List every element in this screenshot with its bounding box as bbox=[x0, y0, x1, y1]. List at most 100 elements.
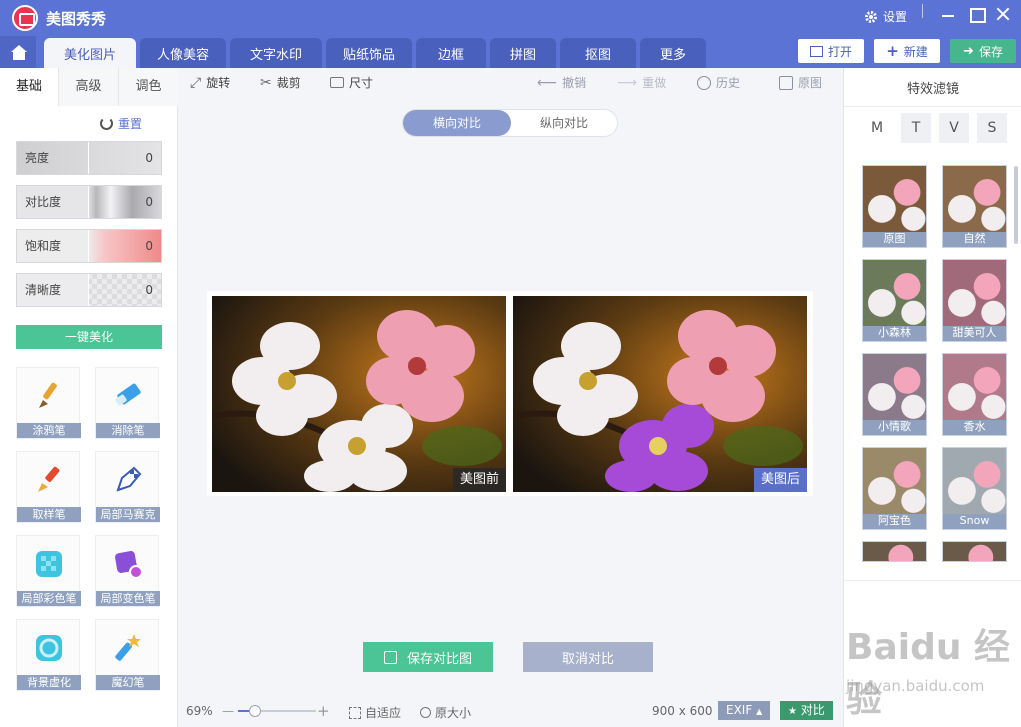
tab-collage[interactable]: 拼图 bbox=[490, 38, 556, 68]
contrast-value: 0 bbox=[145, 195, 153, 209]
maximize-icon[interactable] bbox=[966, 4, 986, 24]
filter-thumbnail bbox=[863, 166, 926, 232]
tab-basic[interactable]: 基础 bbox=[0, 68, 58, 106]
tab-stickers[interactable]: 贴纸饰品 bbox=[326, 38, 412, 68]
tab-portrait[interactable]: 人像美容 bbox=[140, 38, 226, 68]
caret-up-icon: ▲ bbox=[756, 707, 763, 716]
rotate-label: 旋转 bbox=[206, 76, 231, 90]
exif-button[interactable]: EXIF ▲ bbox=[718, 701, 771, 720]
zoom-out-button[interactable]: — bbox=[222, 704, 234, 718]
doodle-pen-tool[interactable]: 涂鸦笔 bbox=[16, 367, 81, 439]
cancel-comparison-button[interactable]: 取消对比 bbox=[523, 642, 653, 672]
local-mosaic-tool[interactable]: 局部马赛克 bbox=[95, 451, 160, 523]
one-click-beautify-button[interactable]: 一键美化 bbox=[16, 325, 162, 349]
zoom-slider-handle[interactable] bbox=[249, 705, 262, 717]
minimize-icon[interactable] bbox=[938, 4, 958, 24]
filter-label: 香水 bbox=[963, 420, 986, 433]
app-logo-icon bbox=[12, 5, 38, 31]
rotate-icon: ⤢ bbox=[190, 74, 202, 91]
background-blur-tool[interactable]: 背景虚化 bbox=[16, 619, 81, 691]
crop-button[interactable]: ✂ 裁剪 bbox=[260, 74, 301, 91]
category-t[interactable]: T bbox=[901, 113, 931, 143]
sample-pen-tool[interactable]: 取样笔 bbox=[16, 451, 81, 523]
filter-thumbnail bbox=[943, 448, 1006, 514]
filter-item[interactable]: 小情歌 bbox=[862, 353, 927, 436]
redo-arrow-icon: ⟶ bbox=[617, 74, 638, 91]
filter-thumbnail bbox=[943, 260, 1006, 326]
color-cube-icon bbox=[36, 551, 62, 577]
history-button[interactable]: 历史 bbox=[697, 74, 740, 91]
before-photo[interactable]: 美图前 bbox=[212, 296, 506, 492]
undo-label: 撤销 bbox=[562, 76, 587, 90]
category-v[interactable]: V bbox=[939, 113, 969, 143]
tool-label: 局部变色笔 bbox=[96, 591, 160, 606]
undo-arrow-icon: ⟵ bbox=[537, 74, 558, 91]
local-color-pen-tool[interactable]: 局部彩色笔 bbox=[16, 535, 81, 607]
filter-item[interactable] bbox=[942, 541, 1007, 562]
sharpness-slider[interactable]: 清晰度 0 bbox=[16, 273, 162, 307]
redo-button[interactable]: ⟶ 重做 bbox=[617, 74, 666, 91]
filter-item[interactable]: 香水 bbox=[942, 353, 1007, 436]
history-label: 历史 bbox=[716, 76, 741, 90]
open-button[interactable]: 打开 bbox=[798, 39, 864, 63]
filter-item[interactable]: 小森林 bbox=[862, 259, 927, 342]
refresh-icon bbox=[100, 117, 113, 130]
close-icon[interactable] bbox=[993, 4, 1013, 24]
filter-item[interactable]: 原图 bbox=[862, 165, 927, 248]
contrast-slider[interactable]: 对比度 0 bbox=[16, 185, 162, 219]
rotate-button[interactable]: ⤢ 旋转 bbox=[190, 74, 230, 91]
compare-canvas: 美图前 美图后 bbox=[207, 291, 813, 496]
saturation-label: 饱和度 bbox=[17, 230, 89, 262]
tab-advanced[interactable]: 高级 bbox=[58, 68, 118, 106]
compare-mode-toggle: 横向对比 纵向对比 bbox=[402, 109, 618, 137]
brightness-slider[interactable]: 亮度 0 bbox=[16, 141, 162, 175]
tab-text-watermark[interactable]: 文字水印 bbox=[230, 38, 322, 68]
after-photo[interactable]: 美图后 bbox=[513, 296, 807, 492]
save-comparison-button[interactable]: 保存对比图 bbox=[363, 642, 493, 672]
local-recolor-pen-tool[interactable]: 局部变色笔 bbox=[95, 535, 160, 607]
zoom-in-button[interactable]: + bbox=[317, 702, 330, 720]
filter-scrollbar[interactable] bbox=[1014, 166, 1018, 244]
zoom-slider[interactable] bbox=[238, 705, 316, 717]
after-label: 美图后 bbox=[753, 468, 807, 492]
actual-size-button[interactable]: 原大小 bbox=[420, 704, 471, 721]
filter-item[interactable]: 自然 bbox=[942, 165, 1007, 248]
cancel-comparison-label: 取消对比 bbox=[561, 651, 614, 667]
compare-toggle-button[interactable]: ★ 对比 bbox=[780, 701, 833, 720]
filter-item[interactable]: 阿宝色 bbox=[862, 447, 927, 530]
tab-color-grading[interactable]: 调色 bbox=[118, 68, 178, 106]
tab-cutout[interactable]: 抠图 bbox=[560, 38, 636, 68]
image-icon bbox=[809, 45, 823, 57]
filter-thumbnail bbox=[863, 354, 926, 420]
magic-pen-tool[interactable]: 魔幻笔 bbox=[95, 619, 160, 691]
tab-border[interactable]: 边框 bbox=[416, 38, 486, 68]
save-button[interactable]: ➜ 保存 bbox=[950, 39, 1016, 63]
settings-button[interactable]: 设置 bbox=[864, 8, 907, 25]
reset-button[interactable]: 重置 bbox=[100, 115, 142, 132]
home-icon[interactable] bbox=[0, 36, 36, 68]
brush-icon bbox=[39, 382, 57, 408]
resize-button[interactable]: 尺寸 bbox=[330, 74, 373, 91]
saturation-slider[interactable]: 饱和度 0 bbox=[16, 229, 162, 263]
gear-icon bbox=[865, 10, 877, 23]
main-tab-bar: 美化图片 人像美容 文字水印 贴纸饰品 边框 拼图 抠图 更多 打开 + 新建 … bbox=[0, 36, 1021, 68]
filter-item[interactable]: 甜美可人 bbox=[942, 259, 1007, 342]
horizontal-compare-option[interactable]: 横向对比 bbox=[403, 110, 511, 136]
original-image-button[interactable]: 原图 bbox=[779, 74, 822, 91]
filter-item[interactable]: Snow bbox=[942, 447, 1007, 530]
filter-item[interactable] bbox=[862, 541, 927, 562]
undo-button[interactable]: ⟵ 撤销 bbox=[537, 74, 586, 91]
saturation-value: 0 bbox=[145, 239, 153, 253]
new-button[interactable]: + 新建 bbox=[874, 39, 940, 63]
tab-beautify[interactable]: 美化图片 bbox=[44, 38, 136, 68]
eraser-icon bbox=[115, 383, 141, 406]
tab-more[interactable]: 更多 bbox=[640, 38, 706, 68]
filter-thumbnail bbox=[863, 260, 926, 326]
filter-label: 甜美可人 bbox=[952, 326, 997, 339]
fit-button[interactable]: 自适应 bbox=[349, 704, 401, 721]
vertical-compare-option[interactable]: 纵向对比 bbox=[510, 110, 618, 136]
category-m[interactable]: M bbox=[862, 113, 892, 143]
title-bar: 美图秀秀 设置 bbox=[0, 0, 1021, 36]
eraser-pen-tool[interactable]: 消除笔 bbox=[95, 367, 160, 439]
category-s[interactable]: S bbox=[977, 113, 1007, 143]
